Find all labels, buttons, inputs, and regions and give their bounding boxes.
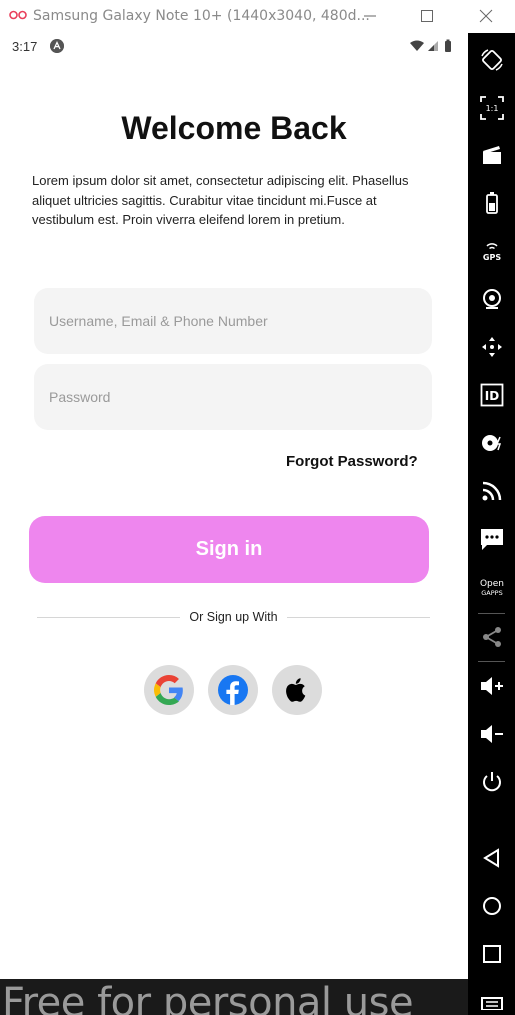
divider-right [287, 617, 430, 618]
emulator-titlebar: Samsung Galaxy Note 10+ (1440x3040, 480d… [0, 0, 515, 33]
battery-icon [485, 192, 498, 214]
battery-icon [445, 41, 451, 52]
apple-icon [286, 678, 306, 702]
home-button[interactable] [468, 886, 515, 926]
password-input[interactable] [34, 364, 432, 430]
fit-screen-icon: 1:1 [479, 96, 504, 120]
webcam-button[interactable] [468, 279, 515, 319]
status-bar: 3:17 [0, 33, 468, 60]
gps-button[interactable]: GPS [468, 231, 515, 271]
share-button[interactable] [468, 617, 515, 657]
username-input[interactable] [34, 288, 432, 354]
disk-icon [481, 435, 501, 451]
facebook-icon [218, 675, 248, 705]
phone-screen: 3:17 Welcome Back Lorem ipsum dolor sit … [0, 33, 468, 979]
svg-text:GAPPS: GAPPS [481, 589, 502, 597]
emulator-toolbar: 1:1 GPS ID Open GAPPS [468, 33, 515, 1015]
cast-button[interactable] [468, 471, 515, 511]
toolbar-separator [478, 661, 505, 662]
menu-button[interactable] [468, 983, 515, 1015]
facebook-signup-button[interactable] [208, 665, 258, 715]
identifiers-button[interactable]: ID [468, 375, 515, 415]
power-button[interactable] [468, 762, 515, 802]
watermark-text: Free for personal use [2, 980, 414, 1015]
divider-text: Or Sign up With [189, 610, 278, 624]
page-description: Lorem ipsum dolor sit amet, consectetur … [32, 173, 409, 227]
close-icon[interactable] [476, 6, 496, 26]
volume-up-button[interactable] [468, 666, 515, 706]
watermark-strip: Free for personal use [0, 979, 468, 1015]
fit-screen-button[interactable]: 1:1 [468, 88, 515, 128]
divider-left [37, 617, 180, 618]
volume-down-icon [480, 725, 503, 743]
page-title: Welcome Back [121, 110, 347, 146]
open-gapps-button[interactable]: Open GAPPS [468, 567, 515, 607]
clapperboard-icon [482, 146, 501, 164]
id-card-icon: ID [480, 383, 503, 407]
status-icons [410, 39, 451, 52]
move-arrows-icon [481, 337, 502, 357]
forgot-password-link[interactable]: Forgot Password? [286, 453, 418, 470]
rotate-button[interactable] [468, 40, 515, 80]
toolbar-separator [478, 613, 505, 614]
genymotion-logo-icon [9, 10, 27, 20]
webcam-icon [482, 289, 501, 309]
home-circle-icon [482, 897, 501, 915]
rss-icon [482, 481, 501, 501]
capture-button[interactable] [468, 135, 515, 175]
sign-in-button[interactable]: Sign in [29, 516, 429, 583]
svg-text:Open: Open [479, 579, 503, 589]
sms-button[interactable] [468, 519, 515, 559]
svg-text:1:1: 1:1 [485, 104, 498, 113]
power-icon [482, 772, 501, 792]
notification-icon [50, 39, 64, 53]
open-gapps-icon: Open GAPPS [479, 579, 503, 597]
wifi-icon [410, 40, 424, 51]
move-button[interactable] [468, 327, 515, 367]
svg-text:GPS: GPS [482, 253, 500, 262]
rotate-icon [480, 49, 503, 71]
volume-up-icon [480, 677, 503, 695]
gps-icon: GPS [482, 243, 501, 262]
status-time: 3:17 [12, 39, 38, 54]
apple-signup-button[interactable] [272, 665, 322, 715]
google-signup-button[interactable] [144, 665, 194, 715]
back-button[interactable] [468, 838, 515, 878]
message-icon [480, 529, 503, 550]
recent-square-icon [482, 945, 501, 963]
maximize-icon[interactable] [417, 6, 437, 26]
google-icon [154, 675, 183, 705]
window-title: Samsung Galaxy Note 10+ (1440x3040, 480d… [33, 8, 370, 24]
volume-down-button[interactable] [468, 714, 515, 754]
menu-icon [480, 997, 503, 1010]
disk-io-button[interactable] [468, 423, 515, 463]
back-triangle-icon [482, 848, 499, 868]
svg-text:ID: ID [484, 389, 498, 403]
battery-button[interactable] [468, 183, 515, 223]
minimize-icon[interactable] [360, 6, 380, 26]
share-icon [482, 627, 501, 647]
recent-apps-button[interactable] [468, 934, 515, 974]
